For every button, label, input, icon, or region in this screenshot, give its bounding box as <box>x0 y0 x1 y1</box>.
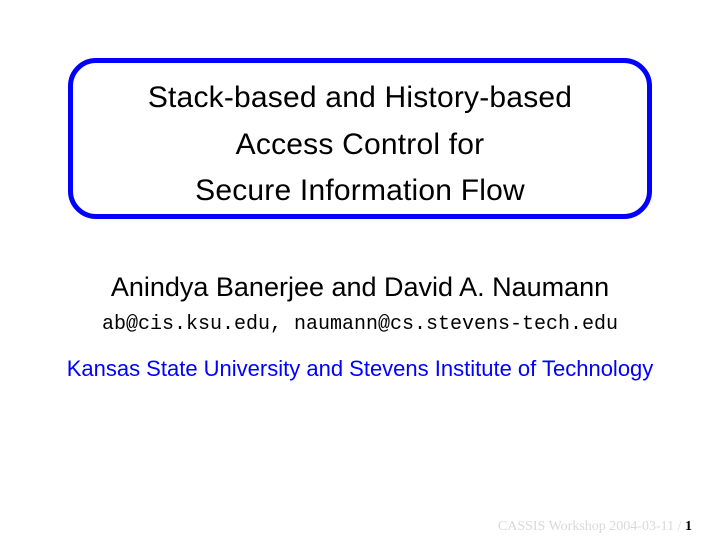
slide: Stack-based and History-based Access Con… <box>0 0 720 557</box>
footer-venue: CASSIS Workshop 2004-03-11 / <box>498 519 685 534</box>
title-line-1: Stack-based and History-based <box>73 75 647 122</box>
title-line-2: Access Control for <box>73 122 647 169</box>
title-box: Stack-based and History-based Access Con… <box>68 58 652 219</box>
emails: ab@cis.ksu.edu, naumann@cs.stevens-tech.… <box>0 313 720 336</box>
footer-page: 1 <box>685 519 692 534</box>
title-line-3: Secure Information Flow <box>73 168 647 215</box>
affiliation: Kansas State University and Stevens Inst… <box>0 356 720 382</box>
footer: CASSIS Workshop 2004-03-11 / 1 <box>498 519 692 535</box>
authors: Anindya Banerjee and David A. Naumann <box>0 272 720 303</box>
